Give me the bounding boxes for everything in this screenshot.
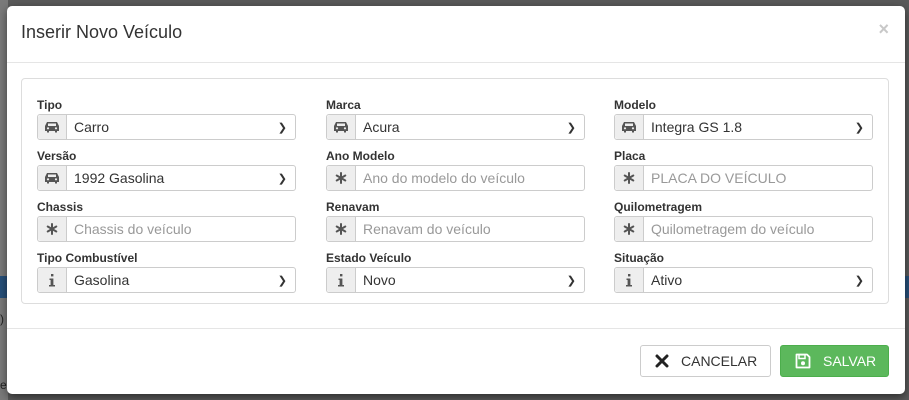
quilometragem-input[interactable]: Quilometragem do veículo bbox=[614, 216, 873, 242]
save-button[interactable]: SALVAR bbox=[780, 345, 889, 377]
insert-vehicle-modal: Inserir Novo Veículo × Tipo Carro ❯ Marca… bbox=[7, 6, 905, 394]
ano-modelo-placeholder: Ano do modelo do veículo bbox=[363, 170, 525, 186]
car-icon bbox=[38, 166, 67, 190]
renavam-label: Renavam bbox=[326, 200, 380, 214]
estado-veiculo-value: Novo bbox=[363, 272, 396, 288]
versao-value: 1992 Gasolina bbox=[74, 170, 165, 186]
info-icon bbox=[615, 268, 644, 292]
info-icon bbox=[38, 268, 67, 292]
placa-input[interactable]: PLACA DO VEÍCULO bbox=[614, 165, 873, 191]
situacao-value: Ativo bbox=[651, 272, 683, 288]
chevron-down-icon: ❯ bbox=[854, 121, 864, 134]
background-text: e bbox=[0, 378, 7, 392]
modelo-value: Integra GS 1.8 bbox=[651, 119, 743, 135]
modelo-label: Modelo bbox=[614, 98, 656, 112]
estado-veiculo-label: Estado Veículo bbox=[326, 251, 412, 265]
marca-field: Marca Acura ❯ bbox=[326, 98, 585, 140]
renavam-placeholder: Renavam do veículo bbox=[363, 221, 491, 237]
cancel-label: CANCELAR bbox=[681, 353, 758, 369]
quilometragem-placeholder: Quilometragem do veículo bbox=[651, 221, 815, 237]
situacao-field: Situação Ativo ❯ bbox=[614, 251, 873, 293]
marca-label: Marca bbox=[326, 98, 361, 112]
chevron-down-icon: ❯ bbox=[566, 121, 576, 134]
marca-value: Acura bbox=[363, 119, 400, 135]
vehicle-form-panel: Tipo Carro ❯ Marca Acura ❯ Modelo Integr… bbox=[21, 78, 889, 304]
versao-select[interactable]: 1992 Gasolina ❯ bbox=[37, 165, 296, 191]
estado-veiculo-field: Estado Veículo Novo ❯ bbox=[326, 251, 585, 293]
modelo-select[interactable]: Integra GS 1.8 ❯ bbox=[614, 114, 873, 140]
asterisk-icon bbox=[327, 217, 356, 241]
chevron-down-icon: ❯ bbox=[566, 274, 576, 287]
asterisk-icon bbox=[327, 166, 356, 190]
placa-placeholder: PLACA DO VEÍCULO bbox=[651, 170, 787, 186]
chassis-placeholder: Chassis do veículo bbox=[74, 221, 192, 237]
tipo-field: Tipo Carro ❯ bbox=[37, 98, 296, 140]
asterisk-icon bbox=[615, 217, 644, 241]
tipo-combustivel-field: Tipo Combustível Gasolina ❯ bbox=[37, 251, 296, 293]
placa-label: Placa bbox=[614, 149, 646, 163]
modal-title: Inserir Novo Veículo bbox=[21, 22, 183, 42]
close-icon[interactable]: × bbox=[878, 19, 889, 40]
chevron-down-icon: ❯ bbox=[277, 121, 287, 134]
placa-field: Placa PLACA DO VEÍCULO bbox=[614, 149, 873, 191]
car-icon bbox=[38, 115, 67, 139]
tipo-combustivel-select[interactable]: Gasolina ❯ bbox=[37, 267, 296, 293]
chevron-down-icon: ❯ bbox=[854, 274, 864, 287]
ano-modelo-label: Ano Modelo bbox=[326, 149, 395, 163]
marca-select[interactable]: Acura ❯ bbox=[326, 114, 585, 140]
chassis-field: Chassis Chassis do veículo bbox=[37, 200, 296, 242]
floppy-disk-icon bbox=[795, 353, 811, 369]
close-icon bbox=[655, 354, 669, 368]
modal-footer: CANCELAR SALVAR bbox=[7, 328, 905, 395]
modelo-field: Modelo Integra GS 1.8 ❯ bbox=[614, 98, 873, 140]
car-icon bbox=[615, 115, 644, 139]
ano-modelo-input[interactable]: Ano do modelo do veículo bbox=[326, 165, 585, 191]
car-icon bbox=[327, 115, 356, 139]
chevron-down-icon: ❯ bbox=[277, 274, 287, 287]
quilometragem-field: Quilometragem Quilometragem do veículo bbox=[614, 200, 873, 242]
situacao-label: Situação bbox=[614, 251, 665, 265]
versao-field: Versão 1992 Gasolina ❯ bbox=[37, 149, 296, 191]
background-text: ) bbox=[0, 312, 4, 326]
cancel-button[interactable]: CANCELAR bbox=[640, 345, 771, 377]
asterisk-icon bbox=[615, 166, 644, 190]
renavam-field: Renavam Renavam do veículo bbox=[326, 200, 585, 242]
chevron-down-icon: ❯ bbox=[277, 172, 287, 185]
quilometragem-label: Quilometragem bbox=[614, 200, 703, 214]
renavam-input[interactable]: Renavam do veículo bbox=[326, 216, 585, 242]
situacao-select[interactable]: Ativo ❯ bbox=[614, 267, 873, 293]
save-label: SALVAR bbox=[823, 353, 877, 369]
chassis-label: Chassis bbox=[37, 200, 84, 214]
ano-modelo-field: Ano Modelo Ano do modelo do veículo bbox=[326, 149, 585, 191]
tipo-label: Tipo bbox=[37, 98, 63, 112]
estado-veiculo-select[interactable]: Novo ❯ bbox=[326, 267, 585, 293]
info-icon bbox=[327, 268, 356, 292]
tipo-select[interactable]: Carro ❯ bbox=[37, 114, 296, 140]
versao-label: Versão bbox=[37, 149, 77, 163]
tipo-combustivel-label: Tipo Combustível bbox=[37, 251, 138, 265]
background-navbar-right bbox=[905, 276, 909, 298]
chassis-input[interactable]: Chassis do veículo bbox=[37, 216, 296, 242]
tipo-combustivel-value: Gasolina bbox=[74, 272, 130, 288]
asterisk-icon bbox=[38, 217, 67, 241]
modal-header: Inserir Novo Veículo × bbox=[7, 6, 905, 63]
tipo-value: Carro bbox=[74, 119, 110, 135]
